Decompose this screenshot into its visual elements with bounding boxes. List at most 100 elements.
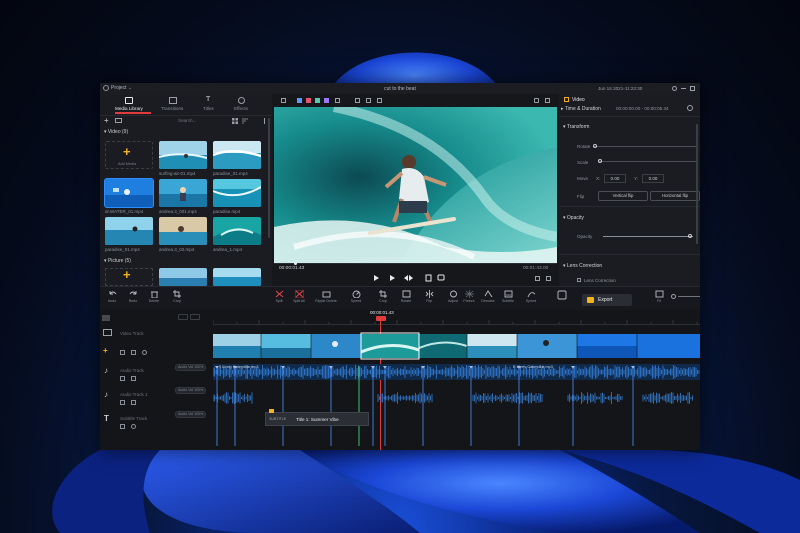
zoom-icon[interactable] [366, 98, 371, 103]
zoom-slider[interactable] [678, 296, 700, 297]
video-track-clips[interactable] [213, 332, 700, 360]
search-input[interactable]: Search... [178, 118, 196, 123]
preview-video-frame[interactable] [274, 107, 557, 263]
redo-button[interactable]: Redo [122, 289, 144, 307]
add-media-tile[interactable]: + Add Media [105, 141, 153, 169]
export-button[interactable]: Export [582, 294, 632, 306]
crop-button[interactable]: Crop [166, 289, 188, 307]
subtitle-volume-pill[interactable]: Audio Vol 100% [175, 411, 207, 418]
skip-icon[interactable] [403, 274, 414, 282]
subtitle-clip[interactable]: SUBTITLE Title 1: Summer Vibe [265, 409, 369, 426]
opacity-slider-handle[interactable] [688, 234, 692, 238]
clip-thumbnail-selected[interactable] [104, 178, 154, 208]
audio-volume-pill[interactable]: Audio Vol 100% [175, 387, 207, 394]
visibility-icon[interactable] [142, 350, 147, 355]
timeline-ruler[interactable] [212, 316, 700, 325]
remove-icon[interactable] [115, 118, 122, 123]
volume-icon[interactable] [535, 276, 540, 281]
flip-button[interactable]: Flip [418, 289, 440, 307]
add-picture-tile[interactable]: + [105, 267, 153, 286]
clock-icon[interactable] [687, 105, 693, 111]
tab-titles[interactable]: Titles [203, 106, 214, 111]
mute-icon[interactable] [131, 376, 136, 381]
lock-icon[interactable] [120, 350, 125, 355]
rotate-slider-track[interactable] [593, 146, 697, 147]
play-icon[interactable] [374, 274, 380, 282]
clip-thumbnail[interactable] [159, 179, 207, 207]
record-button[interactable] [556, 289, 568, 301]
loop-icon[interactable] [437, 274, 445, 282]
settings-icon[interactable] [545, 98, 550, 103]
play-next-icon[interactable] [389, 274, 395, 282]
picture-thumbnail[interactable] [213, 268, 261, 286]
undo-button[interactable]: Undo [101, 289, 123, 307]
delete-button[interactable]: Delete [143, 289, 165, 307]
clip-thumbnail[interactable] [105, 217, 153, 245]
preview-progress-handle[interactable] [294, 262, 297, 265]
playhead-marker[interactable] [376, 316, 386, 321]
horizontal-flip-button[interactable]: Horizontal flip [650, 191, 700, 201]
clip-thumbnail[interactable] [159, 217, 207, 245]
scale-slider-track[interactable] [598, 161, 697, 162]
video-section-header[interactable]: ▾ Video (9) [104, 129, 128, 135]
maximize-icon[interactable] [690, 85, 695, 91]
magnet-toggle[interactable] [190, 314, 200, 320]
crop-tool-button[interactable]: Crop [372, 289, 394, 307]
picture-section-header[interactable]: ▾ Picture (5) [104, 258, 131, 264]
lock-icon[interactable] [120, 424, 125, 429]
properties-scrollbar[interactable] [696, 124, 698, 244]
grid-view-icon[interactable] [232, 118, 238, 124]
ripple-delete-button[interactable]: Ripple Delete [315, 289, 337, 307]
media-scrollbar[interactable] [268, 118, 270, 238]
clip-thumbnail[interactable] [213, 179, 261, 207]
opacity-slider-track[interactable] [603, 236, 693, 237]
subtitle-button[interactable]: Subtitle [497, 289, 519, 307]
rotate-slider-handle[interactable] [593, 144, 597, 148]
move-y-input[interactable]: 0.00 [642, 174, 664, 183]
color-swatch-green[interactable] [315, 98, 320, 103]
audio-volume-pill[interactable]: Audio Vol 100% [175, 364, 207, 371]
visibility-icon[interactable] [131, 424, 136, 429]
clip-thumbnail[interactable] [159, 141, 207, 169]
tab-transitions[interactable]: Transitions [161, 106, 183, 111]
tab-video[interactable]: Video [572, 97, 585, 103]
zoom-out-icon[interactable] [671, 294, 676, 299]
snapshot-icon[interactable] [355, 98, 360, 103]
fit-button[interactable]: Fit [648, 289, 670, 307]
clip-thumbnail[interactable] [213, 217, 261, 245]
tab-effects[interactable]: Effects [234, 106, 248, 111]
snap-toggle[interactable] [178, 314, 188, 320]
minimize-icon[interactable] [681, 88, 686, 89]
lens-correction-checkbox[interactable] [577, 278, 581, 282]
color-swatch-blue[interactable] [297, 98, 302, 103]
rotate-button[interactable]: Rotate [395, 289, 417, 307]
grid-icon[interactable] [281, 98, 286, 103]
split-all-button[interactable]: Split All [288, 289, 310, 307]
tab-media-library[interactable]: Media Library [115, 106, 143, 111]
split-button[interactable]: Split [268, 289, 290, 307]
speed-button[interactable]: Speed [345, 289, 367, 307]
vertical-flip-button[interactable]: Vertical flip [598, 191, 648, 201]
fullscreen-icon[interactable] [377, 98, 382, 103]
add-track-icon[interactable]: + [103, 346, 108, 355]
lock-icon[interactable] [120, 400, 125, 405]
speed-ramp-button[interactable]: Speed [520, 289, 542, 307]
mute-icon[interactable] [131, 350, 136, 355]
timeline-menu-icon[interactable] [102, 315, 110, 321]
picture-thumbnail[interactable] [159, 268, 207, 286]
account-icon[interactable] [672, 85, 677, 91]
add-icon[interactable]: + [104, 116, 109, 125]
mute-icon[interactable] [131, 400, 136, 405]
clip-thumbnail[interactable] [213, 141, 261, 169]
scale-slider-handle[interactable] [598, 159, 602, 163]
lock-icon[interactable] [120, 376, 125, 381]
camera-icon[interactable] [534, 98, 539, 103]
lens-correction-header[interactable]: ▾ Lens Correction [563, 263, 602, 269]
move-x-input[interactable]: 0.00 [604, 174, 626, 183]
time-duration-header[interactable]: ▸ Time & Duration [561, 106, 601, 112]
sort-icon[interactable] [242, 118, 248, 124]
expand-icon[interactable] [546, 276, 551, 281]
denoise-button[interactable]: Denoise [477, 289, 499, 307]
color-swatch-purple[interactable] [324, 98, 329, 103]
stop-icon[interactable] [425, 274, 432, 282]
